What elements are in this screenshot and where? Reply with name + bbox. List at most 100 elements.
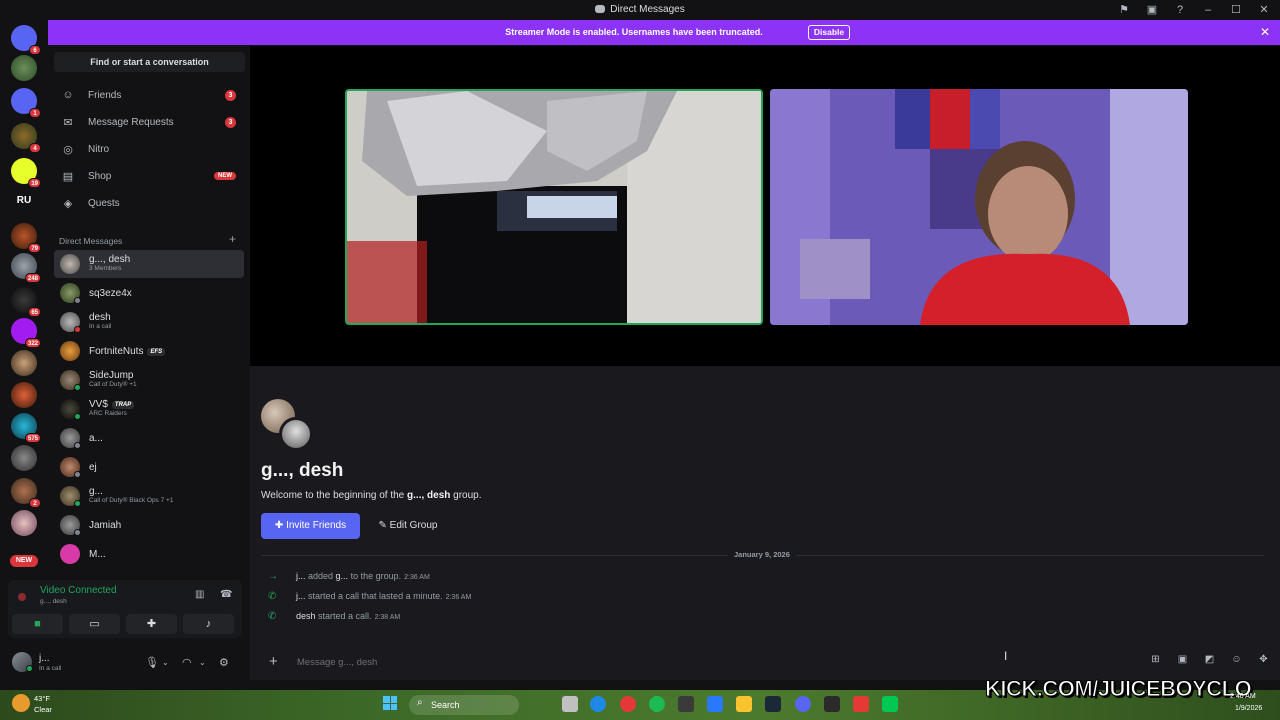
video-tile[interactable] <box>345 89 763 325</box>
disconnect-icon[interactable]: ☎ <box>220 589 232 600</box>
message-text: started a call. <box>315 611 372 621</box>
server-icon[interactable]: 2 <box>11 478 41 508</box>
message-author[interactable]: j... <box>296 591 306 601</box>
app-icon[interactable] <box>853 696 869 712</box>
gift-icon[interactable]: ⊞ <box>1148 654 1163 665</box>
camera-button[interactable]: ■ <box>12 614 63 634</box>
server-icon[interactable]: 19 <box>11 158 41 188</box>
message-input[interactable] <box>297 655 897 669</box>
server-icon[interactable]: 322 <box>11 318 41 348</box>
server-icon[interactable]: 65 <box>11 287 41 317</box>
sticker-icon[interactable]: ◩ <box>1202 654 1217 665</box>
dm-item[interactable]: g... Call of Duty® Black Ops 7 +1 <box>54 482 244 510</box>
folder-icon[interactable] <box>736 696 752 712</box>
steam-icon[interactable] <box>765 696 781 712</box>
nav-quests[interactable]: ◈ Quests <box>54 191 244 215</box>
nav-friends[interactable]: ☺ Friends 3 <box>54 83 244 107</box>
dm-item[interactable]: desh In a call <box>54 308 244 336</box>
invite-friends-button[interactable]: ✚ Invite Friends <box>261 513 360 539</box>
minimize-button[interactable]: – <box>1200 2 1216 18</box>
dm-name: Jamiah <box>89 520 122 531</box>
server-icon[interactable] <box>11 445 37 471</box>
screen-share-button[interactable]: ▭ <box>69 614 120 634</box>
dm-item[interactable]: ej <box>54 453 244 481</box>
gear-icon[interactable]: ⚙ <box>219 656 229 669</box>
microphone-icon[interactable]: 🎙 <box>145 656 159 669</box>
windows-start-icon[interactable] <box>383 696 397 710</box>
app-icon[interactable] <box>882 696 898 712</box>
server-icon[interactable] <box>11 55 37 81</box>
message-target[interactable]: g... <box>336 571 349 581</box>
video-tile[interactable] <box>770 89 1188 325</box>
disable-streamer-mode-button[interactable]: Disable <box>808 25 850 40</box>
spotify-icon[interactable] <box>649 696 665 712</box>
username[interactable]: j... <box>39 653 50 664</box>
clock-date[interactable]: 1/9/2026 <box>1235 705 1262 712</box>
find-conversation-button[interactable]: Find or start a conversation <box>54 52 245 72</box>
store-icon[interactable] <box>707 696 723 712</box>
chrome-icon[interactable] <box>620 696 636 712</box>
apps-icon[interactable]: ✥ <box>1256 654 1271 665</box>
weather-icon[interactable] <box>12 694 30 712</box>
dm-item[interactable]: VV$ TRAP ARC Raiders <box>54 395 244 423</box>
dm-item[interactable]: sq3eze4x <box>54 279 244 307</box>
edge-icon[interactable] <box>590 696 606 712</box>
server-icon[interactable]: 248 <box>11 253 41 283</box>
server-icon[interactable]: 79 <box>11 223 41 253</box>
edit-group-button[interactable]: ✎ Edit Group <box>368 513 448 539</box>
inbox-flag-icon[interactable]: ⚑ <box>1116 2 1132 18</box>
noise-suppression-icon[interactable]: ▥ <box>195 589 204 600</box>
nav-message-requests[interactable]: ✉ Message Requests 3 <box>54 110 244 134</box>
server-icon[interactable]: 1 <box>11 88 41 118</box>
clock-time[interactable]: 2:40 AM <box>1230 693 1256 700</box>
dm-item[interactable]: g..., desh 3 Members <box>54 250 244 278</box>
server-icon[interactable]: 4 <box>11 123 41 153</box>
message-author[interactable]: j... <box>296 571 306 581</box>
discord-icon <box>595 5 606 13</box>
weather-condition[interactable]: Clear <box>34 705 52 714</box>
dm-item[interactable]: FortniteNuts EFS <box>54 337 244 365</box>
app-icon[interactable] <box>678 696 694 712</box>
headphones-icon[interactable]: ◠ <box>182 656 192 669</box>
create-dm-icon[interactable]: + <box>229 232 236 246</box>
home-discord-icon[interactable]: 6 <box>11 25 41 55</box>
gif-icon[interactable]: ▣ <box>1175 654 1190 665</box>
emoji-icon[interactable]: ☺ <box>1229 654 1244 665</box>
inbox-icon[interactable]: ▣ <box>1144 2 1160 18</box>
nav-shop[interactable]: ▤ Shop NEW <box>54 164 244 188</box>
chevron-down-icon[interactable]: ⌄ <box>162 658 169 667</box>
voice-status[interactable]: Video Connected <box>40 585 117 596</box>
pencil-icon: ✎ <box>378 520 390 531</box>
dm-item[interactable]: a... <box>54 424 244 452</box>
close-window-button[interactable]: ✕ <box>1256 2 1272 18</box>
video-frame <box>347 91 761 323</box>
weather-temp[interactable]: 43°F <box>34 694 50 703</box>
server-icon[interactable] <box>11 350 37 376</box>
taskbar-search[interactable]: ⌕ Search <box>409 695 519 715</box>
nav-nitro[interactable]: ◎ Nitro <box>54 137 244 161</box>
discord-taskbar-icon[interactable] <box>795 696 811 712</box>
activities-button[interactable]: ✚ <box>126 614 177 634</box>
help-icon[interactable]: ? <box>1172 2 1188 18</box>
dm-name: SideJump <box>89 370 134 381</box>
maximize-button[interactable]: ☐ <box>1228 2 1244 18</box>
message-author[interactable]: desh <box>296 611 316 621</box>
dm-item[interactable]: Jamiah <box>54 511 244 539</box>
status-indicator <box>74 326 81 333</box>
file-explorer-icon[interactable] <box>562 696 578 712</box>
attach-plus-icon[interactable]: + <box>269 653 278 670</box>
status-indicator <box>74 384 81 391</box>
server-icon-ru[interactable]: RU <box>11 188 37 214</box>
dm-item[interactable]: M... <box>54 540 244 568</box>
new-servers-badge[interactable]: NEW <box>10 555 38 567</box>
close-icon[interactable]: ✕ <box>1260 25 1270 39</box>
server-icon[interactable] <box>11 382 37 408</box>
chevron-down-icon[interactable]: ⌄ <box>199 658 206 667</box>
signal-icon[interactable] <box>18 593 26 601</box>
voice-channel[interactable]: g..., desh <box>40 598 67 605</box>
server-icon[interactable] <box>11 510 37 536</box>
dm-item[interactable]: SideJump Call of Duty® +1 <box>54 366 244 394</box>
epic-games-icon[interactable] <box>824 696 840 712</box>
soundboard-button[interactable]: ♪ <box>183 614 234 634</box>
server-icon[interactable]: 575 <box>11 413 41 443</box>
